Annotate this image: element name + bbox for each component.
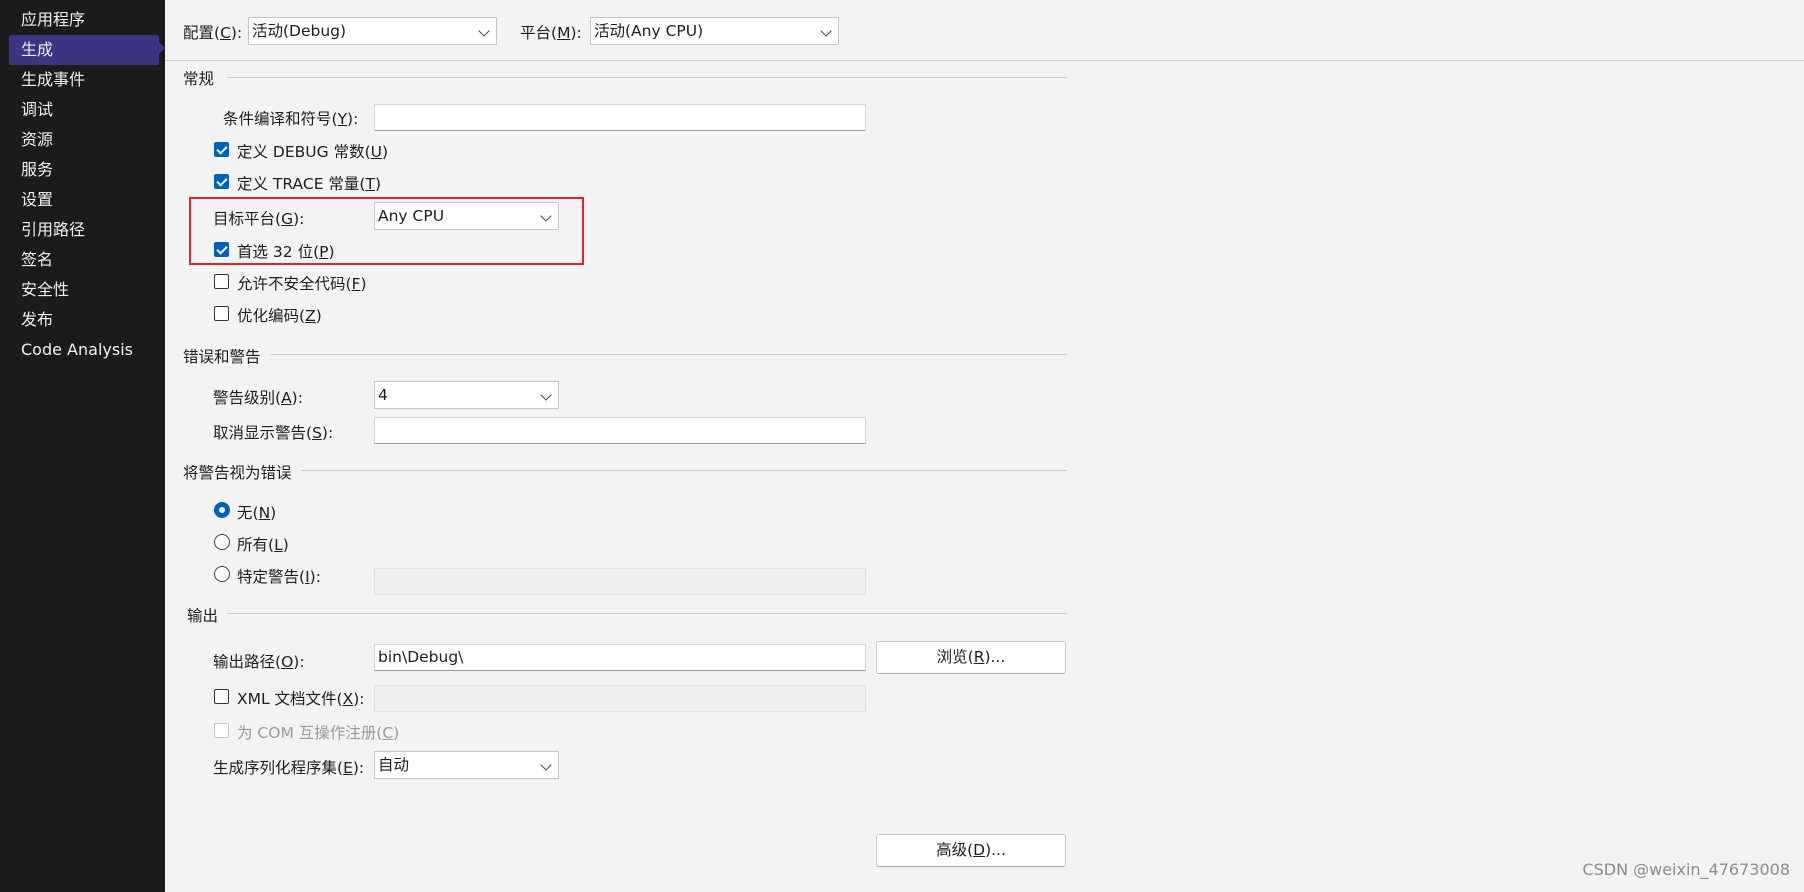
treat-warnings-none-label: 无(N)	[237, 504, 277, 522]
optimize-label: 优化编码(Z)	[237, 307, 322, 325]
chevron-down-icon	[820, 25, 832, 37]
platform-select[interactable]: 活动(Any CPU)	[590, 17, 839, 45]
section-title-treat-warnings: 将警告视为错误	[183, 464, 292, 482]
define-trace-label: 定义 TRACE 常量(T)	[237, 175, 381, 193]
platform-label: 平台(M):	[520, 24, 582, 42]
config-label: 配置(C):	[183, 24, 243, 42]
optimize-checkbox[interactable]	[214, 306, 229, 321]
section-divider	[227, 77, 1067, 78]
section-title-general: 常规	[183, 70, 215, 88]
sidebar-item-resources[interactable]: 资源	[9, 125, 159, 155]
section-title-output: 输出	[187, 607, 219, 625]
chevron-down-icon	[540, 759, 552, 771]
warning-level-label: 警告级别(A):	[213, 389, 303, 407]
define-debug-checkbox[interactable]	[214, 142, 229, 157]
sidebar-item-signing[interactable]: 签名	[9, 245, 159, 275]
com-register-checkbox[interactable]	[214, 723, 229, 738]
warning-level-select[interactable]: 4	[374, 381, 559, 409]
xml-doc-checkbox[interactable]	[214, 689, 229, 704]
section-divider	[227, 613, 1067, 614]
sidebar-item-security[interactable]: 安全性	[9, 275, 159, 305]
sidebar-item-reference-paths[interactable]: 引用路径	[9, 215, 159, 245]
target-platform-select[interactable]: Any CPU	[374, 202, 559, 230]
prefer32-label: 首选 32 位(P)	[237, 243, 335, 261]
suppress-warnings-input[interactable]	[374, 417, 866, 444]
section-title-errors: 错误和警告	[183, 348, 261, 366]
output-path-input[interactable]: bin\Debug\	[374, 644, 866, 671]
sidebar-item-settings[interactable]: 设置	[9, 185, 159, 215]
output-path-label: 输出路径(O):	[213, 653, 305, 671]
chevron-down-icon	[540, 210, 552, 222]
xml-doc-label: XML 文档文件(X):	[237, 690, 365, 708]
sidebar-item-build-events[interactable]: 生成事件	[9, 65, 159, 95]
section-divider	[301, 470, 1067, 471]
treat-warnings-all-label: 所有(L)	[237, 536, 289, 554]
define-debug-label: 定义 DEBUG 常数(U)	[237, 143, 389, 161]
chevron-down-icon	[478, 25, 490, 37]
prefer32-checkbox[interactable]	[214, 242, 229, 257]
specific-warnings-input[interactable]	[374, 568, 866, 595]
xml-doc-input[interactable]	[374, 685, 866, 712]
com-register-label: 为 COM 互操作注册(C)	[237, 724, 400, 742]
allow-unsafe-label: 允许不安全代码(F)	[237, 275, 367, 293]
serialization-select[interactable]: 自动	[374, 751, 559, 779]
header-divider	[166, 60, 1804, 61]
sidebar-item-code-analysis[interactable]: Code Analysis	[9, 335, 159, 365]
treat-warnings-all-radio[interactable]	[214, 534, 230, 550]
config-select[interactable]: 活动(Debug)	[248, 17, 497, 45]
serialization-label: 生成序列化程序集(E):	[213, 759, 365, 777]
advanced-button[interactable]: 高级(D)...	[876, 834, 1066, 867]
sidebar: 应用程序 生成 生成事件 调试 资源 服务 设置 引用路径 签名 安全性 发布 …	[0, 0, 165, 892]
active-item-indicator	[159, 42, 165, 54]
chevron-down-icon	[540, 389, 552, 401]
sidebar-item-services[interactable]: 服务	[9, 155, 159, 185]
sidebar-item-debug[interactable]: 调试	[9, 95, 159, 125]
treat-warnings-specific-radio[interactable]	[214, 566, 230, 582]
suppress-warnings-label: 取消显示警告(S):	[213, 424, 334, 442]
section-divider	[271, 354, 1067, 355]
sidebar-item-publish[interactable]: 发布	[9, 305, 159, 335]
allow-unsafe-checkbox[interactable]	[214, 274, 229, 289]
target-platform-label: 目标平台(G):	[213, 210, 305, 228]
sidebar-item-build[interactable]: 生成	[9, 35, 159, 65]
conditional-symbols-input[interactable]	[374, 104, 866, 131]
conditional-symbols-label: 条件编译和符号(Y):	[223, 110, 359, 128]
watermark: CSDN @weixin_47673008	[1582, 860, 1790, 879]
define-trace-checkbox[interactable]	[214, 174, 229, 189]
treat-warnings-none-radio[interactable]	[214, 502, 230, 518]
treat-warnings-specific-label: 特定警告(I):	[237, 568, 321, 586]
sidebar-item-application[interactable]: 应用程序	[9, 5, 159, 35]
browse-button[interactable]: 浏览(R)...	[876, 641, 1066, 674]
